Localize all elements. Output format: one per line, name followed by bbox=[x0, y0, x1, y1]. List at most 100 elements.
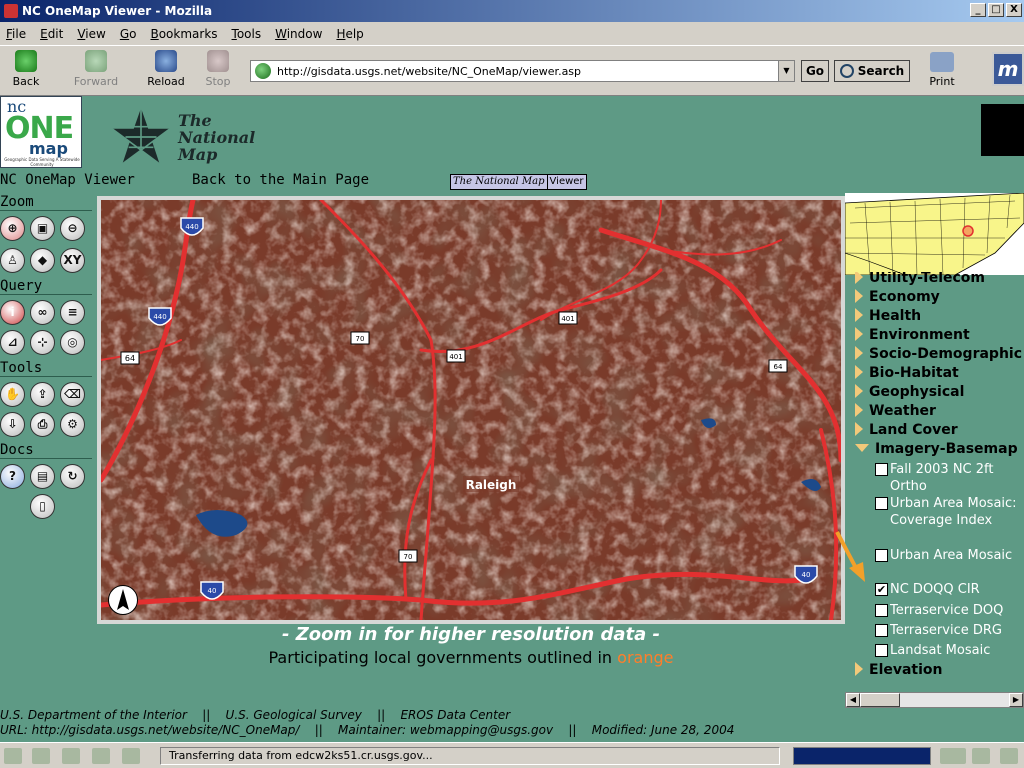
settings-icon[interactable]: ⚙ bbox=[60, 412, 85, 437]
window-controls: _ □ X bbox=[970, 3, 1022, 17]
menu-edit[interactable]: Edit bbox=[40, 27, 63, 41]
menu-help[interactable]: Help bbox=[336, 27, 363, 41]
layer-group-environment[interactable]: Environment bbox=[855, 327, 970, 343]
maximize-button[interactable]: □ bbox=[988, 3, 1004, 17]
tools-section-title: Tools bbox=[0, 360, 92, 377]
download-icon[interactable]: ⇩ bbox=[0, 412, 25, 437]
wordmark-line1: The bbox=[178, 111, 212, 130]
document-icon[interactable]: ▯ bbox=[30, 494, 55, 519]
layer-checkbox[interactable] bbox=[875, 644, 888, 657]
layer-group-socio-demographic[interactable]: Socio-Demographic bbox=[855, 346, 1022, 362]
layer-item-label: Terraservice DRG bbox=[890, 623, 1002, 638]
layer-checkbox[interactable] bbox=[875, 604, 888, 617]
go-button[interactable]: Go bbox=[801, 60, 829, 82]
identify-icon[interactable]: i bbox=[0, 300, 25, 325]
forward-button[interactable]: Forward bbox=[70, 50, 122, 88]
navigator-icon[interactable] bbox=[4, 748, 22, 764]
back-to-main-link[interactable]: Back to the Main Page bbox=[192, 172, 369, 188]
expand-triangle-icon bbox=[855, 308, 863, 322]
forward-arrow-icon bbox=[85, 50, 107, 72]
nc-onemap-logo[interactable]: nc ONE map Geographic Data Serving A Sta… bbox=[0, 96, 82, 168]
zoom-back-icon[interactable]: ◆ bbox=[30, 248, 55, 273]
export-icon[interactable]: ⇪ bbox=[30, 382, 55, 407]
scroll-thumb[interactable] bbox=[860, 693, 900, 707]
pan-hand-icon[interactable]: ✋ bbox=[0, 382, 25, 407]
layer-group-health[interactable]: Health bbox=[855, 308, 921, 324]
map-image[interactable]: 440 440 40 40 64 401 401 70 64 70 Raleig bbox=[101, 200, 841, 620]
stop-label: Stop bbox=[205, 75, 231, 88]
throbber-icon[interactable]: m bbox=[992, 52, 1024, 86]
search-label: Search bbox=[857, 64, 905, 78]
print-button[interactable]: Print bbox=[924, 52, 960, 88]
national-map-wordmark: The National Map bbox=[178, 112, 255, 163]
clear-eraser-icon[interactable]: ⌫ bbox=[60, 382, 85, 407]
menu-window[interactable]: Window bbox=[275, 27, 322, 41]
query-builder-icon[interactable]: ≡ bbox=[60, 300, 85, 325]
menu-file[interactable]: File bbox=[6, 27, 26, 41]
layer-group-geophysical[interactable]: Geophysical bbox=[855, 384, 964, 400]
layer-item-label: Urban Area Mosaic bbox=[890, 548, 1013, 563]
mail-icon[interactable] bbox=[32, 748, 50, 764]
layer-checkbox-checked[interactable]: ✔ bbox=[875, 583, 888, 596]
reload-button[interactable]: Reload bbox=[140, 50, 192, 88]
reload-icon bbox=[155, 50, 177, 72]
minimize-button[interactable]: _ bbox=[970, 3, 986, 17]
layer-checkbox[interactable] bbox=[875, 549, 888, 562]
address-book-icon[interactable] bbox=[92, 748, 110, 764]
participating-color-word: orange bbox=[617, 648, 674, 667]
composer-icon[interactable] bbox=[62, 748, 80, 764]
print-map-icon[interactable]: ⎙ bbox=[30, 412, 55, 437]
layer-checkbox[interactable] bbox=[875, 624, 888, 637]
layer-group-imagery-basemap[interactable]: Imagery-Basemap bbox=[855, 441, 1018, 457]
close-button[interactable]: X bbox=[1006, 3, 1022, 17]
tnm-viewer-button[interactable]: The National Map Viewer bbox=[450, 174, 587, 190]
refresh-docs-icon[interactable]: ↻ bbox=[60, 464, 85, 489]
metadata-icon[interactable]: ▤ bbox=[30, 464, 55, 489]
layer-item-fall-2003-ortho: Fall 2003 NC 2ft Ortho bbox=[875, 461, 1023, 495]
layer-group-label: Health bbox=[869, 308, 922, 324]
buffer-icon[interactable]: ◎ bbox=[60, 330, 85, 355]
zoom-extent-icon[interactable]: ▣ bbox=[30, 216, 55, 241]
window-title: NC OneMap Viewer - Mozilla bbox=[22, 4, 213, 18]
measure-icon[interactable]: ⊿ bbox=[0, 330, 25, 355]
url-text[interactable]: http://gisdata.usgs.net/website/NC_OneMa… bbox=[277, 65, 581, 78]
back-button[interactable]: Back bbox=[0, 50, 52, 88]
layer-list-scrollbar[interactable]: ◀ ▶ bbox=[845, 692, 1024, 708]
zoom-person-icon[interactable]: ♙ bbox=[0, 248, 25, 273]
layer-group-weather[interactable]: Weather bbox=[855, 403, 936, 419]
layer-group-bio-habitat[interactable]: Bio-Habitat bbox=[855, 365, 959, 381]
national-map-logo[interactable]: The National Map bbox=[110, 104, 280, 165]
map-frame[interactable]: 440 440 40 40 64 401 401 70 64 70 Raleig bbox=[97, 196, 845, 624]
layer-checkbox[interactable] bbox=[875, 463, 888, 476]
security-icon[interactable] bbox=[972, 748, 990, 764]
menu-tools[interactable]: Tools bbox=[232, 27, 262, 41]
url-bar[interactable]: http://gisdata.usgs.net/website/NC_OneMa… bbox=[250, 60, 795, 82]
stop-button[interactable]: Stop bbox=[192, 50, 244, 88]
help-globe-icon[interactable]: ? bbox=[0, 464, 25, 489]
zoom-out-icon[interactable]: ⊖ bbox=[60, 216, 85, 241]
select-xy-icon[interactable]: ⊹ bbox=[30, 330, 55, 355]
overview-map[interactable] bbox=[845, 193, 1024, 275]
layer-checkbox[interactable] bbox=[875, 497, 888, 510]
layer-group-land-cover[interactable]: Land Cover bbox=[855, 422, 958, 438]
scroll-left-icon[interactable]: ◀ bbox=[846, 693, 860, 707]
zoom-xy-icon[interactable]: XY bbox=[60, 248, 85, 273]
menu-go[interactable]: Go bbox=[120, 27, 137, 41]
layer-group-economy[interactable]: Economy bbox=[855, 289, 940, 305]
zoom-message: - Zoom in for higher resolution data - bbox=[281, 624, 661, 645]
irc-icon[interactable] bbox=[122, 748, 140, 764]
logo-subtitle: Geographic Data Serving A Statewide Comm… bbox=[4, 157, 80, 167]
url-dropdown-icon[interactable]: ▼ bbox=[778, 61, 794, 81]
zoom-in-icon[interactable]: ⊕ bbox=[0, 216, 25, 241]
layer-group-utility-telecom[interactable]: Utility-Telecom bbox=[855, 272, 985, 286]
layer-group-label: Imagery-Basemap bbox=[875, 441, 1018, 457]
find-binoculars-icon[interactable]: ∞ bbox=[30, 300, 55, 325]
scroll-right-icon[interactable]: ▶ bbox=[1009, 693, 1023, 707]
layer-group-elevation[interactable]: Elevation bbox=[855, 662, 943, 678]
menu-bookmarks[interactable]: Bookmarks bbox=[150, 27, 217, 41]
menu-view[interactable]: View bbox=[77, 27, 105, 41]
search-button[interactable]: Search bbox=[834, 60, 910, 82]
online-status-icon[interactable] bbox=[940, 748, 966, 764]
route-label: 401 bbox=[449, 353, 462, 361]
lock-icon[interactable] bbox=[1000, 748, 1018, 764]
